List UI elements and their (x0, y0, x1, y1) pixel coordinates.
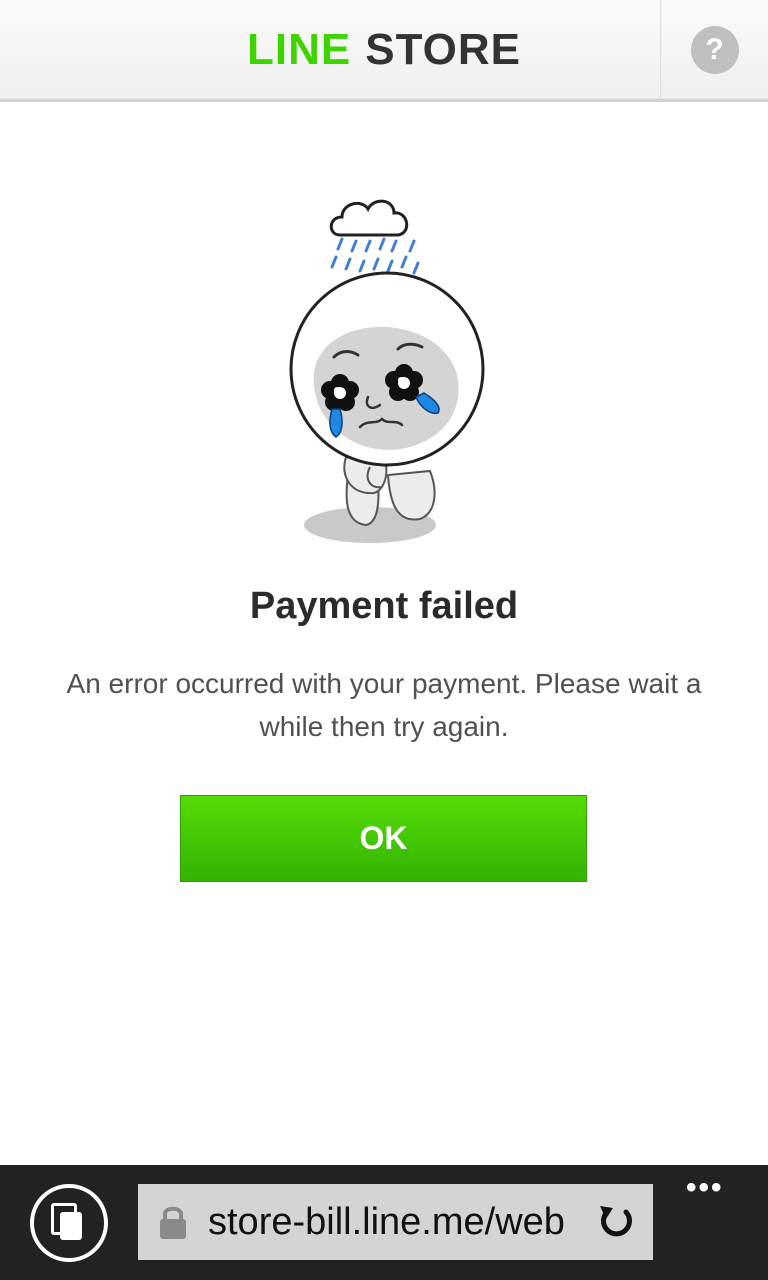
error-message: An error occurred with your payment. Ple… (66, 668, 702, 742)
rain-cloud-icon (329, 199, 409, 237)
brand-store-text: STORE (365, 25, 521, 74)
header: LINE STORE ? (0, 0, 768, 102)
rain-drops-icon (330, 237, 420, 275)
help-button[interactable]: ? (660, 0, 768, 100)
help-icon[interactable]: ? (690, 26, 739, 74)
more-icon[interactable]: ••• (686, 1173, 736, 1203)
tabs-icon-front-square (60, 1212, 82, 1240)
url-text[interactable]: store-bill.line.me/web (208, 1184, 593, 1260)
ok-button[interactable]: OK (180, 795, 587, 882)
browser-bottom-bar: store-bill.line.me/web ••• (0, 1165, 768, 1280)
page: LINE STORE ? Payment failed An error occ… (0, 0, 768, 1280)
page-title: Payment failed (249, 585, 519, 627)
lock-icon (160, 1206, 186, 1239)
crying-character-illustration (270, 175, 500, 555)
tabs-icon[interactable] (30, 1184, 108, 1262)
address-bar[interactable]: store-bill.line.me/web (138, 1184, 653, 1260)
brand-line-text: LINE (246, 25, 352, 74)
brand-logo: LINE STORE (0, 0, 768, 100)
refresh-icon[interactable] (596, 1202, 636, 1242)
crying-character-icon (289, 199, 485, 543)
